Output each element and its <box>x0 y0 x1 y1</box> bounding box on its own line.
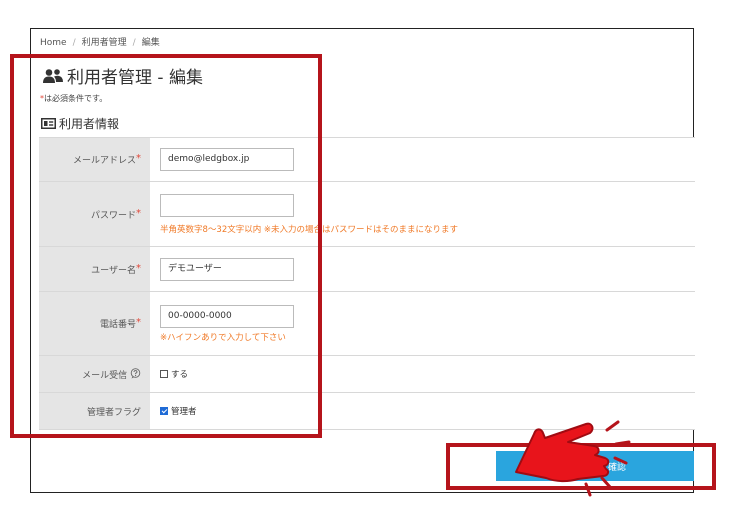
breadcrumb-current: 編集 <box>141 38 160 48</box>
form-highlight-box <box>10 54 322 438</box>
breadcrumb-home[interactable]: Home <box>40 38 67 48</box>
breadcrumb-separator: / <box>72 38 76 48</box>
breadcrumb-separator: / <box>132 38 136 48</box>
breadcrumb: Home / 利用者管理 / 編集 <box>40 35 160 48</box>
breadcrumb-user-management[interactable]: 利用者管理 <box>82 38 127 48</box>
pointing-hand-icon <box>515 420 631 497</box>
